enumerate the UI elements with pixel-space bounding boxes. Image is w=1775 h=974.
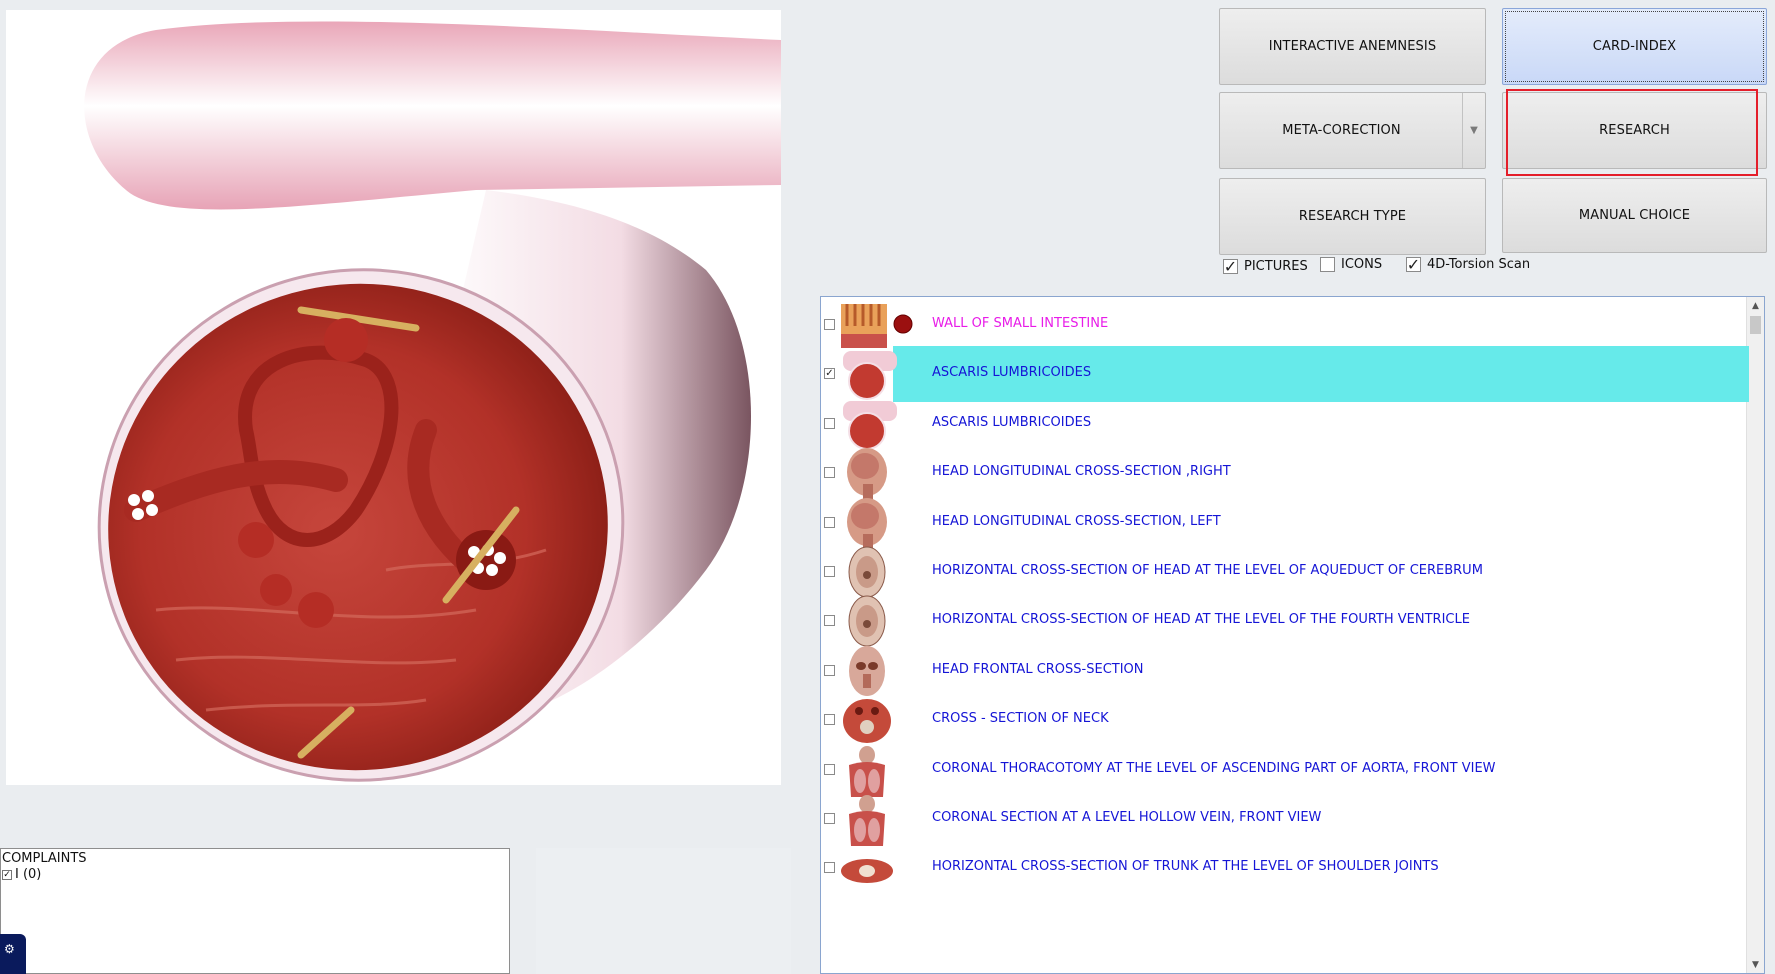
list-item-label: CROSS - SECTION OF NECK — [932, 711, 1109, 727]
list-item-label: HEAD FRONTAL CROSS-SECTION — [932, 661, 1144, 677]
list-item-label: CORONAL SECTION AT A LEVEL HOLLOW VEIN, … — [932, 810, 1322, 825]
intestine-wall-icon — [841, 304, 913, 348]
list-item[interactable]: HEAD LONGITUDINAL CROSS-SECTION, LEFT — [821, 495, 1749, 551]
list-item-checkbox[interactable]: ✓ — [824, 368, 835, 380]
thorax-icon — [849, 795, 885, 846]
list-item-checkbox[interactable] — [824, 714, 835, 726]
list-item-label: ASCARIS LUMBRICOIDES — [932, 365, 1092, 381]
list-item[interactable]: WALL OF SMALL INTESTINE — [821, 297, 1749, 353]
research-list[interactable]: ▲ ▼ WALL OF SMALL INTESTINE ✓ ASCARIS LUMB… — [820, 296, 1765, 974]
list-item[interactable]: ✓ ASCARIS LUMBRICOIDES — [821, 346, 1749, 403]
ascaris-icon — [843, 400, 897, 450]
research-type-button[interactable]: RESEARCH TYPE — [1219, 178, 1486, 255]
manual-choice-button[interactable]: MANUAL CHOICE — [1502, 178, 1767, 253]
list-item-checkbox[interactable] — [824, 813, 835, 824]
pictures-label: PICTURES — [1244, 259, 1308, 274]
torsion-scan-label: 4D-Torsion Scan — [1427, 257, 1531, 272]
list-item[interactable]: HEAD FRONTAL CROSS-SECTION — [821, 643, 1749, 699]
complaint-label: I (0) — [15, 867, 42, 882]
list-item-checkbox[interactable] — [824, 664, 835, 676]
head-sagittal-icon — [847, 448, 887, 501]
head-axial-icon — [848, 546, 886, 598]
head-sagittal-icon — [847, 497, 887, 550]
list-item-label: WALL OF SMALL INTESTINE — [932, 316, 1109, 331]
list-item[interactable]: HEAD LONGITUDINAL CROSS-SECTION ,RIGHT — [821, 445, 1749, 501]
anatomy-viewer[interactable] — [6, 10, 781, 785]
research-highlight — [1506, 89, 1758, 176]
scroll-down-icon[interactable]: ▼ — [1747, 956, 1764, 973]
torsion-scan-checkbox[interactable]: ✓ — [1406, 257, 1421, 273]
list-item-label: ASCARIS LUMBRICOIDES — [932, 414, 1092, 430]
neck-section-icon — [843, 699, 891, 744]
meta-corection-label: META-CORECTION — [1282, 123, 1401, 138]
list-item-label: HORIZONTAL CROSS-SECTION OF TRUNK AT THE… — [932, 859, 1439, 875]
list-item-label: HEAD LONGITUDINAL CROSS-SECTION ,RIGHT — [932, 464, 1231, 480]
chevron-down-icon[interactable]: ▼ — [1462, 93, 1485, 168]
list-item-checkbox[interactable] — [824, 319, 835, 330]
app-icon[interactable]: ⚙ — [0, 934, 26, 974]
complaints-title: COMPLAINTS — [2, 851, 87, 866]
meta-corection-button[interactable]: META-CORECTION ▼ — [1219, 92, 1486, 169]
list-item-checkbox[interactable] — [824, 763, 835, 775]
icons-option[interactable]: ICONS — [1320, 257, 1382, 272]
list-item[interactable]: HORIZONTAL CROSS-SECTION OF TRUNK AT THE… — [821, 840, 1749, 896]
interactive-anemnesis-button[interactable]: INTERACTIVE ANEMNESIS — [1219, 8, 1486, 85]
head-axial-icon — [848, 595, 886, 647]
head-frontal-icon — [849, 645, 885, 696]
list-item[interactable]: HORIZONTAL CROSS-SECTION OF HEAD AT THE … — [821, 593, 1749, 649]
complaints-panel: COMPLAINTS ✓ I (0) — [0, 848, 510, 974]
list-item-label: HORIZONTAL CROSS-SECTION OF HEAD AT THE … — [932, 563, 1483, 578]
list-item[interactable]: CORONAL SECTION AT A LEVEL HOLLOW VEIN, … — [821, 791, 1749, 847]
card-index-button[interactable]: CARD-INDEX — [1502, 8, 1767, 85]
list-item[interactable]: ASCARIS LUMBRICOIDES — [821, 396, 1749, 452]
trunk-section-icon — [841, 859, 893, 884]
thorax-icon — [849, 745, 885, 797]
blank-panel — [536, 848, 791, 974]
list-item-label: HORIZONTAL CROSS-SECTION OF HEAD AT THE … — [932, 612, 1470, 628]
complaints-item[interactable]: ✓ I (0) — [2, 867, 41, 882]
list-item-checkbox[interactable] — [824, 862, 835, 874]
ascaris-icon — [843, 351, 897, 401]
intestine-illustration — [84, 21, 781, 782]
list-item-checkbox[interactable] — [824, 467, 835, 479]
complaint-checkbox[interactable]: ✓ — [2, 869, 12, 880]
list-item[interactable]: CROSS - SECTION OF NECK — [821, 692, 1749, 748]
list-item[interactable]: CORONAL THORACOTOMY AT THE LEVEL OF ASCE… — [821, 742, 1749, 798]
list-item-label: HEAD LONGITUDINAL CROSS-SECTION, LEFT — [932, 513, 1221, 529]
scroll-thumb[interactable] — [1750, 316, 1761, 334]
list-item-checkbox[interactable] — [824, 566, 835, 577]
pictures-option[interactable]: ✓ PICTURES — [1223, 259, 1308, 275]
list-item-label: CORONAL THORACOTOMY AT THE LEVEL OF ASCE… — [932, 760, 1496, 776]
list-item[interactable]: HORIZONTAL CROSS-SECTION OF HEAD AT THE … — [821, 544, 1749, 600]
torsion-scan-option[interactable]: ✓ 4D-Torsion Scan — [1406, 257, 1531, 273]
scroll-up-icon[interactable]: ▲ — [1747, 297, 1764, 314]
list-item-checkbox[interactable] — [824, 615, 835, 627]
list-item-checkbox[interactable] — [824, 516, 835, 528]
pictures-checkbox[interactable]: ✓ — [1223, 259, 1238, 275]
icons-label: ICONS — [1341, 257, 1383, 272]
list-item-checkbox[interactable] — [824, 417, 835, 429]
icons-checkbox[interactable] — [1320, 257, 1335, 272]
